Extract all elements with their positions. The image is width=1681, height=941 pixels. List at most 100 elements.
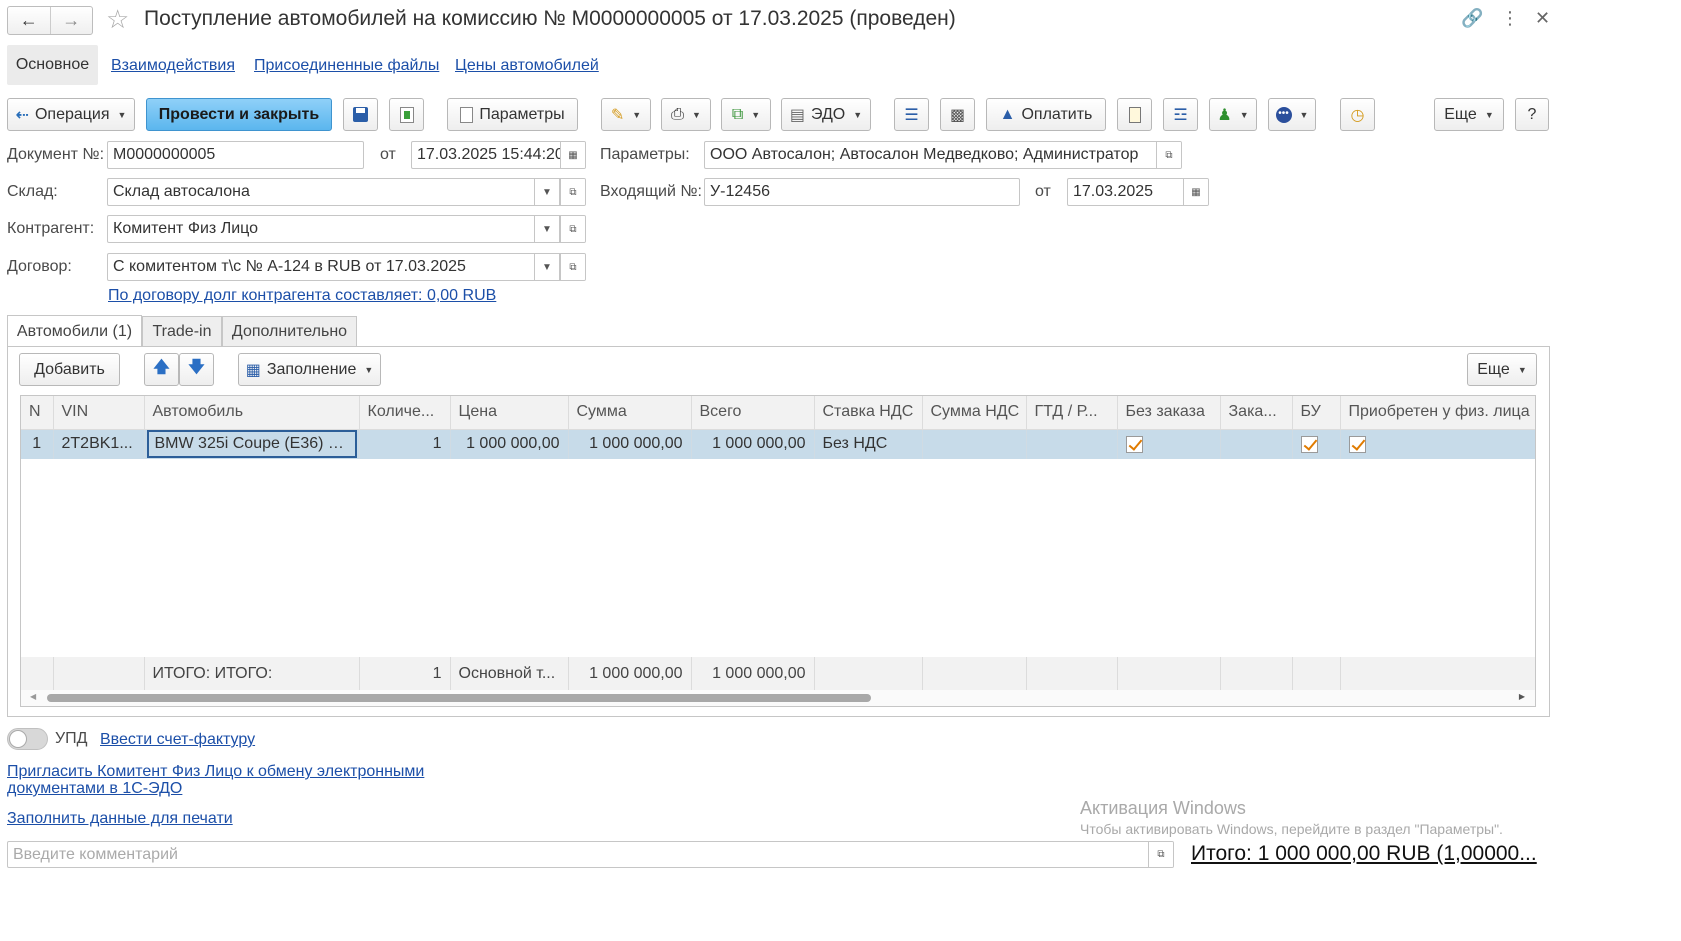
create-based-on-button[interactable]: ⧉ ▼ (721, 98, 771, 131)
col-qty[interactable]: Количе... (359, 396, 451, 430)
more-actions-dropdown-button[interactable]: ••• ▼ (1268, 98, 1316, 131)
col-vat-sum[interactable]: Сумма НДС (922, 396, 1027, 430)
contract-field[interactable]: С комитентом т\с № А-124 в RUB от 17.03.… (107, 253, 586, 281)
from-individual-checkbox[interactable] (1348, 435, 1366, 453)
print-dropdown-button[interactable]: ⎙ ▼ (661, 98, 711, 131)
users-dropdown-button[interactable]: ♟ ▼ (1209, 98, 1257, 131)
print-data-link[interactable]: Заполнить данные для печати (7, 810, 233, 828)
horizontal-scrollbar[interactable]: ◀ ▶ (21, 690, 1535, 706)
pay-button[interactable]: ▲ Оплатить (986, 98, 1106, 131)
nav-tab-main[interactable]: Основное (7, 45, 98, 85)
cell-order[interactable] (1220, 429, 1293, 459)
favorite-star-icon[interactable]: ☆ (106, 4, 129, 35)
operation-button[interactable]: ⇠ Операция ▼ (7, 98, 135, 131)
col-from-individual[interactable]: Приобретен у физ. лица (1340, 396, 1535, 430)
tab-cars[interactable]: Автомобили (1) (7, 315, 142, 347)
parameters-button[interactable]: Параметры (447, 98, 578, 131)
document-total-link[interactable]: Итого: 1 000 000,00 RUB (1,00000... (1191, 842, 1537, 866)
schedule-button[interactable]: ◷ (1340, 98, 1375, 131)
cell-used[interactable] (1292, 429, 1341, 459)
col-car[interactable]: Автомобиль (144, 396, 360, 430)
comment-field[interactable]: Введите комментарий ⧉ (7, 841, 1174, 868)
nav-tab-files[interactable]: Присоединенные файлы (254, 57, 439, 75)
cell-vat-sum[interactable] (922, 429, 1027, 459)
edo-button[interactable]: ▤ ЭДО ▼ (781, 98, 871, 131)
params-field[interactable]: ООО Автосалон; Автосалон Медведково; Адм… (704, 141, 1182, 169)
cell-no-order[interactable] (1117, 429, 1221, 459)
incoming-date-field[interactable]: 17.03.2025 ▦ (1067, 178, 1209, 206)
scroll-left-icon[interactable]: ◀ (30, 692, 36, 701)
col-n[interactable]: N (21, 396, 54, 430)
cell-car[interactable]: BMW 325i Coupe (E36) V... (144, 429, 360, 459)
nav-tab-car-prices[interactable]: Цены автомобилей (455, 57, 599, 75)
doc-date-field[interactable]: 17.03.2025 15:44:20 ▦ (411, 141, 586, 169)
dropdown-icon[interactable]: ▼ (534, 179, 560, 205)
structure-button[interactable]: ☲ (1163, 98, 1198, 131)
save-button[interactable] (343, 98, 378, 131)
add-button[interactable]: Добавить (19, 353, 120, 386)
dropdown-icon[interactable]: ▼ (534, 254, 560, 280)
cell-total[interactable]: 1 000 000,00 (691, 429, 815, 459)
tab-additional[interactable]: Дополнительно (222, 316, 357, 347)
doc-no-field[interactable]: М0000000005 (107, 141, 364, 169)
col-vin[interactable]: VIN (53, 396, 145, 430)
tab-trade-in[interactable]: Trade-in (142, 316, 222, 347)
ledger-button[interactable]: ☰ (894, 98, 929, 131)
incoming-no-field[interactable]: У-12456 (704, 178, 1020, 206)
open-icon[interactable]: ⧉ (560, 216, 585, 242)
col-order[interactable]: Зака... (1220, 396, 1293, 430)
table-more-button[interactable]: Еще ▼ (1467, 353, 1537, 386)
cell-n[interactable]: 1 (21, 429, 54, 459)
open-icon[interactable]: ⧉ (1156, 142, 1181, 168)
help-button[interactable]: ? (1515, 98, 1549, 131)
col-gtd[interactable]: ГТД / Р... (1026, 396, 1118, 430)
post-and-close-button[interactable]: Провести и закрыть (146, 98, 332, 131)
move-up-button[interactable]: 🡅 (144, 353, 179, 386)
link-icon[interactable]: 🔗 (1461, 8, 1483, 29)
cell-car-editor[interactable]: BMW 325i Coupe (E36) V... (146, 430, 357, 459)
open-icon[interactable]: ⧉ (1148, 842, 1173, 867)
col-sum[interactable]: Сумма (568, 396, 692, 430)
open-icon[interactable]: ⧉ (560, 179, 585, 205)
open-icon[interactable]: ⧉ (560, 254, 585, 280)
incoming-date-from-label: от (1035, 183, 1051, 200)
cell-from-individual[interactable] (1340, 429, 1535, 459)
col-price[interactable]: Цена (450, 396, 569, 430)
debt-link[interactable]: По договору долг контрагента составляет:… (108, 287, 496, 305)
forward-button[interactable]: → (51, 7, 93, 34)
cell-gtd[interactable] (1026, 429, 1118, 459)
edit-dropdown-button[interactable]: ✎ ▼ (601, 98, 651, 131)
col-total[interactable]: Всего (691, 396, 815, 430)
cell-qty[interactable]: 1 (359, 429, 451, 459)
invite-edo-link[interactable]: Пригласить Комитент Физ Лицо к обмену эл… (7, 763, 427, 797)
dropdown-icon[interactable]: ▼ (534, 216, 560, 242)
calendar-icon[interactable]: ▦ (560, 142, 585, 168)
counterparty-field[interactable]: Комитент Физ Лицо ▼ ⧉ (107, 215, 586, 243)
col-vat-rate[interactable]: Ставка НДС (814, 396, 923, 430)
table-row[interactable]: 1 2T2BK1... BMW 325i Coupe (E36) V... 1 … (21, 429, 1535, 459)
more-vertical-icon[interactable]: ⋮ (1501, 8, 1519, 29)
used-checkbox[interactable] (1300, 435, 1318, 453)
register-button[interactable]: ▩ (940, 98, 975, 131)
back-button[interactable]: ← (8, 7, 51, 34)
cell-sum[interactable]: 1 000 000,00 (568, 429, 692, 459)
nav-tab-interactions[interactable]: Взаимодействия (111, 57, 235, 75)
close-icon[interactable]: ✕ (1535, 8, 1550, 29)
cell-vat-rate[interactable]: Без НДС (814, 429, 923, 459)
cell-price[interactable]: 1 000 000,00 (450, 429, 569, 459)
enter-invoice-link[interactable]: Ввести счет-фактуру (100, 731, 255, 749)
col-used[interactable]: БУ (1292, 396, 1341, 430)
more-button[interactable]: Еще ▼ (1434, 98, 1504, 131)
post-button[interactable] (389, 98, 424, 131)
scroll-right-icon[interactable]: ▶ (1519, 692, 1525, 701)
move-down-button[interactable]: 🡇 (179, 353, 214, 386)
calendar-icon[interactable]: ▦ (1183, 179, 1208, 205)
col-no-order[interactable]: Без заказа (1117, 396, 1221, 430)
cell-vin[interactable]: 2T2BK1... (53, 429, 145, 459)
scrollbar-thumb[interactable] (47, 694, 871, 702)
report-button[interactable] (1117, 98, 1152, 131)
no-order-checkbox[interactable] (1125, 435, 1143, 453)
fill-button[interactable]: ▦ Заполнение ▼ (238, 353, 381, 386)
warehouse-field[interactable]: Склад автосалона ▼ ⧉ (107, 178, 586, 206)
upd-toggle[interactable] (7, 728, 48, 750)
